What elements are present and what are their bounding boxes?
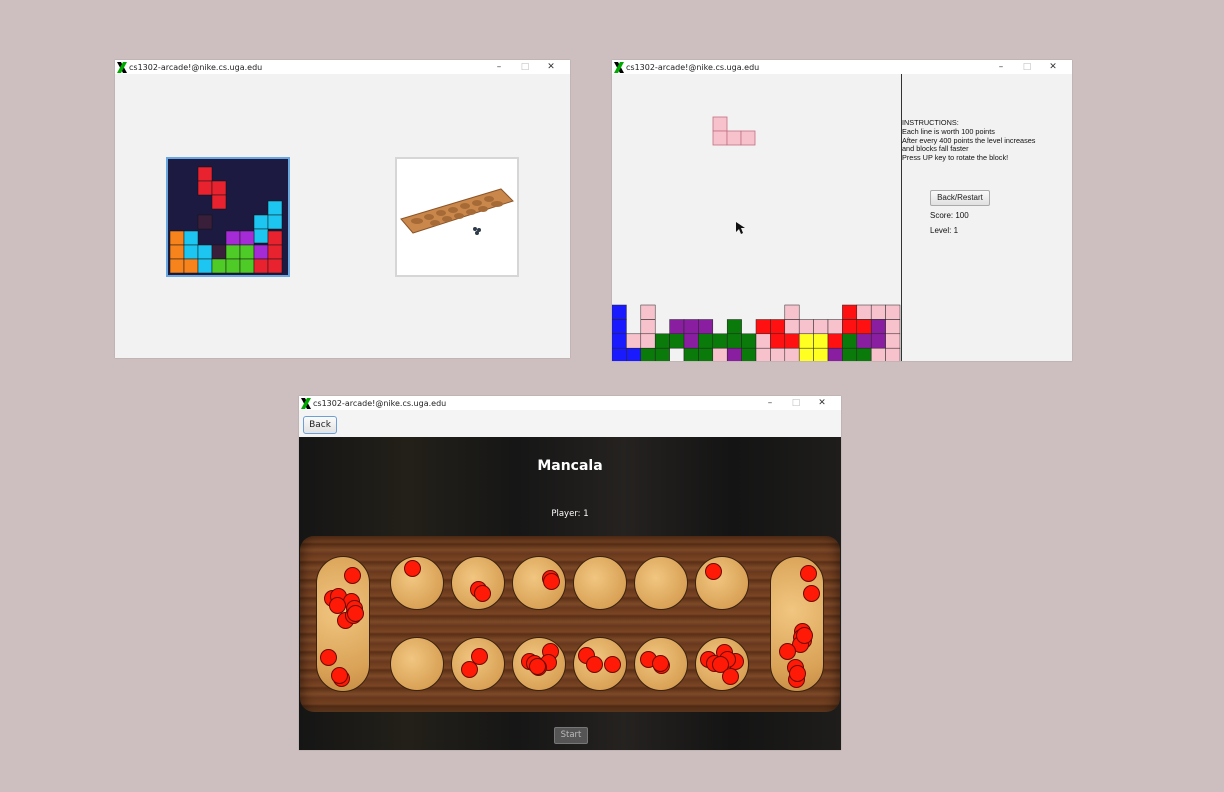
stone bbox=[800, 565, 817, 582]
score-label: Score: 100 bbox=[930, 211, 969, 220]
mancala-thumbnail-image bbox=[397, 159, 517, 275]
stone bbox=[604, 656, 621, 673]
right-store[interactable] bbox=[770, 556, 824, 692]
title-bar: cs1302-arcade!@nike.cs.uga.edu – □ ✕ bbox=[612, 60, 1072, 74]
bottom-pit-4[interactable] bbox=[573, 637, 627, 691]
top-pit-2[interactable] bbox=[451, 556, 505, 610]
level-label: Level: 1 bbox=[930, 226, 959, 235]
top-pit-4[interactable] bbox=[573, 556, 627, 610]
top-pit-1[interactable] bbox=[390, 556, 444, 610]
minimize-button[interactable]: – bbox=[757, 398, 783, 408]
minimize-button[interactable]: – bbox=[486, 62, 512, 72]
arcade-menu-window: cs1302-arcade!@nike.cs.uga.edu – □ ✕ bbox=[115, 60, 570, 358]
title-bar: cs1302-arcade!@nike.cs.uga.edu – □ ✕ bbox=[115, 60, 570, 74]
close-button[interactable]: ✕ bbox=[1040, 62, 1066, 72]
top-pit-3[interactable] bbox=[512, 556, 566, 610]
stone bbox=[796, 627, 813, 644]
close-button[interactable]: ✕ bbox=[809, 398, 835, 408]
close-button[interactable]: ✕ bbox=[538, 62, 564, 72]
maximize-button[interactable]: □ bbox=[512, 62, 538, 72]
stone bbox=[331, 667, 348, 684]
tetris-thumbnail-image bbox=[168, 159, 288, 275]
tetris-window: cs1302-arcade!@nike.cs.uga.edu – □ ✕ INS… bbox=[612, 60, 1072, 361]
left-store[interactable] bbox=[316, 556, 370, 692]
stone bbox=[404, 560, 421, 577]
bottom-pit-6[interactable] bbox=[695, 637, 749, 691]
mancala-stage: Mancala Player: 1 Start bbox=[299, 437, 841, 750]
maximize-button[interactable]: □ bbox=[783, 398, 809, 408]
stone bbox=[543, 573, 560, 590]
bottom-pit-5[interactable] bbox=[634, 637, 688, 691]
stone bbox=[347, 605, 364, 622]
bottom-pit-1[interactable] bbox=[390, 637, 444, 691]
x-app-icon bbox=[117, 61, 127, 73]
mancala-game-tile[interactable] bbox=[395, 157, 519, 277]
stone bbox=[779, 643, 796, 660]
x-app-icon bbox=[301, 397, 311, 409]
game-title: Mancala bbox=[537, 458, 603, 474]
window-title: cs1302-arcade!@nike.cs.uga.edu bbox=[313, 398, 447, 408]
mancala-board bbox=[300, 536, 840, 712]
top-pit-6[interactable] bbox=[695, 556, 749, 610]
instructions-text: INSTRUCTIONS: Each line is worth 100 poi… bbox=[902, 118, 1036, 163]
stone bbox=[320, 649, 337, 666]
stone bbox=[705, 563, 722, 580]
stone bbox=[803, 585, 820, 602]
bottom-pit-2[interactable] bbox=[451, 637, 505, 691]
stone bbox=[722, 668, 739, 685]
tetris-game-tile[interactable] bbox=[166, 157, 290, 277]
window-title: cs1302-arcade!@nike.cs.uga.edu bbox=[626, 62, 760, 72]
back-restart-button[interactable]: Back/Restart bbox=[930, 190, 990, 206]
bottom-pit-3[interactable] bbox=[512, 637, 566, 691]
stone bbox=[529, 658, 546, 675]
title-bar: cs1302-arcade!@nike.cs.uga.edu – □ ✕ bbox=[299, 396, 841, 410]
stone bbox=[652, 655, 669, 672]
stone bbox=[586, 656, 603, 673]
stone bbox=[461, 661, 478, 678]
x-app-icon bbox=[614, 61, 624, 73]
maximize-button[interactable]: □ bbox=[1014, 62, 1040, 72]
stone bbox=[344, 567, 361, 584]
stone bbox=[789, 665, 806, 682]
minimize-button[interactable]: – bbox=[988, 62, 1014, 72]
tetris-playfield bbox=[612, 74, 901, 361]
start-button[interactable]: Start bbox=[554, 727, 588, 744]
player-label: Player: 1 bbox=[551, 509, 589, 519]
mancala-window: cs1302-arcade!@nike.cs.uga.edu – □ ✕ Bac… bbox=[299, 396, 841, 750]
stone bbox=[474, 585, 491, 602]
top-pit-5[interactable] bbox=[634, 556, 688, 610]
back-button[interactable]: Back bbox=[303, 416, 337, 434]
window-title: cs1302-arcade!@nike.cs.uga.edu bbox=[129, 62, 263, 72]
